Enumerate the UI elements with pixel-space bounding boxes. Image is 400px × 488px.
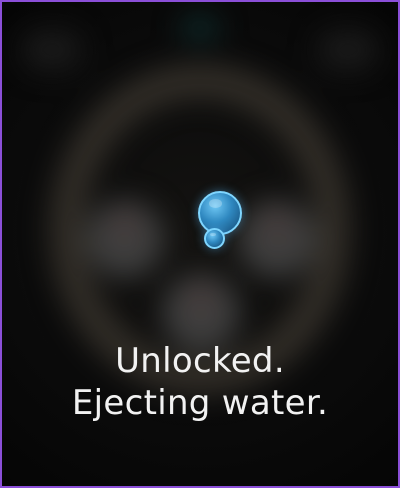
bubble-highlight bbox=[209, 232, 216, 237]
large-water-bubble-icon bbox=[198, 191, 242, 235]
bubble-highlight bbox=[208, 199, 223, 209]
blurred-subdial-left bbox=[86, 200, 164, 278]
status-line-ejecting: Ejecting water. bbox=[71, 383, 329, 423]
status-line-unlocked: Unlocked. bbox=[115, 341, 285, 381]
blurred-complication-top-left bbox=[22, 30, 82, 70]
blurred-subdial-hand bbox=[122, 214, 128, 238]
status-message: Unlocked. Ejecting water. bbox=[2, 340, 398, 424]
watch-screen-frame: Unlocked. Ejecting water. bbox=[0, 0, 400, 488]
blurred-top-indicator bbox=[180, 16, 220, 40]
small-water-bubble-icon bbox=[204, 228, 225, 249]
blurred-subdial-hand bbox=[198, 288, 204, 312]
blurred-complication-top-right bbox=[318, 30, 378, 70]
blurred-subdial-right bbox=[238, 200, 316, 278]
blurred-subdial-hand bbox=[274, 214, 280, 238]
water-lock-screen: Unlocked. Ejecting water. bbox=[2, 2, 398, 486]
